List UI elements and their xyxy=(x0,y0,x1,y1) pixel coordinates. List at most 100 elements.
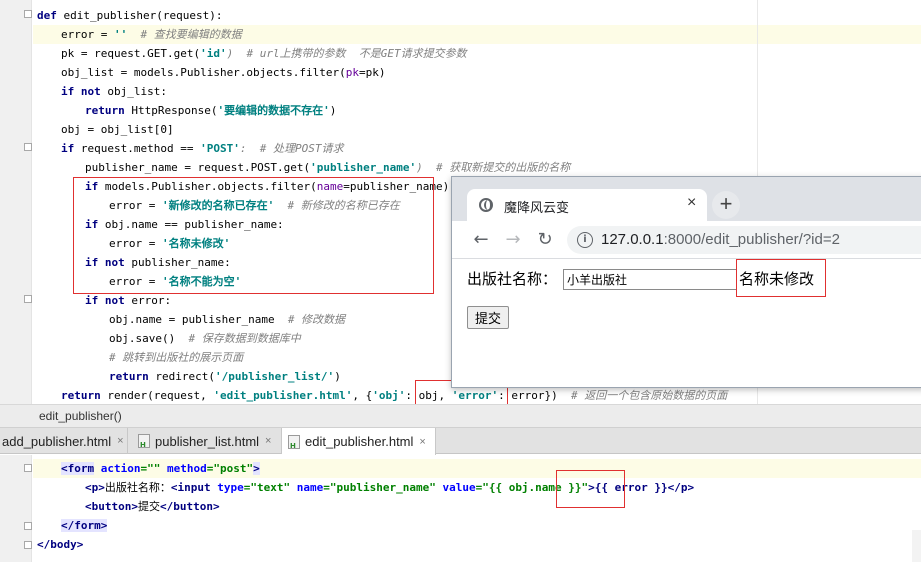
publisher-name-label: 出版社名称： xyxy=(467,270,558,288)
code-token: # 返回一个包含原始数据的页面 xyxy=(570,389,728,402)
new-tab-button[interactable]: + xyxy=(712,191,740,219)
code-token: </form> xyxy=(61,519,108,532)
code-token: if not xyxy=(61,85,108,98)
code-token: # 保存数据到数据库中 xyxy=(188,332,301,345)
annotation-box-error-template xyxy=(556,470,625,508)
code-token: 出版社名称： xyxy=(104,481,171,494)
code-line: obj.save() # 保存数据到数据库中 xyxy=(109,329,301,348)
code-token: '/publisher_list/' xyxy=(214,370,335,383)
code-token: =pk) xyxy=(359,66,386,79)
close-icon[interactable]: × xyxy=(117,435,123,447)
code-line: return HttpResponse('要编辑的数据不存在') xyxy=(85,101,336,120)
code-token: ) # url上携带的参数 不是GET请求提交参数 xyxy=(226,47,467,60)
code-token: 'POST' xyxy=(200,142,240,155)
html-code-editor[interactable]: <form action="" method="post"> <p>出版社名称：<… xyxy=(0,455,921,562)
code-token: obj_list: xyxy=(107,85,167,98)
code-token: <p> xyxy=(85,481,105,494)
code-token: error: xyxy=(131,294,172,307)
code-token: redirect( xyxy=(155,370,215,383)
annotation-box-error-output xyxy=(736,259,826,297)
editor-gutter xyxy=(0,0,32,404)
code-token: if not xyxy=(85,294,132,307)
annotation-box-error-checks xyxy=(73,177,434,294)
code-token: obj.save() xyxy=(109,332,189,345)
code-token: pk = request.GET.get( xyxy=(61,47,201,60)
code-token: error = xyxy=(61,28,114,41)
code-token: </p> xyxy=(667,481,695,494)
code-line: <form action="" method="post"> xyxy=(61,459,260,478)
code-token: '' xyxy=(113,28,128,41)
code-token: if xyxy=(61,142,81,155)
code-token: : # 处理POST请求 xyxy=(239,142,344,155)
code-token: 'obj' xyxy=(372,389,406,402)
code-token: ="publisher_name" xyxy=(323,481,436,494)
publisher-name-input[interactable] xyxy=(563,269,737,290)
code-line: <button>提交</button> xyxy=(85,497,220,516)
close-icon[interactable]: × xyxy=(265,435,271,447)
fold-marker-icon[interactable] xyxy=(24,10,32,18)
code-token: <button> xyxy=(85,500,138,513)
tab-add-publisher[interactable]: add_publisher.html × xyxy=(0,428,128,454)
code-token: 'edit_publisher.html' xyxy=(213,389,353,402)
code-token: 提交 xyxy=(137,500,160,513)
code-line: obj.name = publisher_name # 修改数据 xyxy=(109,310,345,329)
code-line: obj_list = models.Publisher.objects.filt… xyxy=(61,63,386,82)
code-token: 'publisher_name' xyxy=(310,161,417,174)
globe-icon xyxy=(479,198,493,212)
browser-toolbar: ← → ↻ i 127.0.0.1:8000/edit_publisher/?i… xyxy=(452,221,921,259)
code-token: return xyxy=(85,104,132,117)
code-token: ) # 获取新提交的出版的名称 xyxy=(416,161,571,174)
browser-window: 魔降风云变 × + ← → ↻ i 127.0.0.1:8000/edit_pu… xyxy=(451,176,921,388)
address-bar[interactable]: i 127.0.0.1:8000/edit_publisher/?id=2 xyxy=(567,226,921,254)
code-token: name xyxy=(290,481,324,494)
code-token: # 查找要编辑的数据 xyxy=(127,28,242,41)
code-token: obj = obj_list[0] xyxy=(61,123,174,136)
url-text: 127.0.0.1:8000/edit_publisher/?id=2 xyxy=(601,231,840,248)
fold-marker-icon[interactable] xyxy=(24,295,32,303)
tab-label: add_publisher.html xyxy=(2,433,112,449)
code-line: obj = obj_list[0] xyxy=(61,120,174,139)
code-token: method xyxy=(160,462,207,475)
close-icon[interactable]: × xyxy=(419,436,425,448)
code-token: ="text" xyxy=(243,481,291,494)
code-token: obj.name = publisher_name xyxy=(109,313,288,326)
fold-marker-icon[interactable] xyxy=(24,464,32,472)
url-path: :8000/edit_publisher/?id=2 xyxy=(663,231,840,248)
code-token: <input xyxy=(170,481,211,494)
reload-icon[interactable]: ↻ xyxy=(533,228,557,252)
code-line: error = '' # 查找要编辑的数据 xyxy=(61,25,242,44)
code-token: render(request, xyxy=(107,389,214,402)
tab-label: edit_publisher.html xyxy=(305,434,414,449)
code-token: type xyxy=(210,481,244,494)
tab-edit-publisher[interactable]: edit_publisher.html × xyxy=(282,428,436,455)
fold-marker-icon[interactable] xyxy=(24,522,32,530)
tab-label: publisher_list.html xyxy=(155,433,260,449)
browser-tab[interactable]: 魔降风云变 × xyxy=(467,189,707,221)
fold-marker-icon[interactable] xyxy=(24,541,32,549)
tab-publisher-list[interactable]: publisher_list.html × xyxy=(128,428,282,454)
html-file-icon xyxy=(138,434,150,449)
code-token: publisher_name = request.POST.get( xyxy=(85,161,311,174)
code-line: return render(request, 'edit_publisher.h… xyxy=(61,386,727,404)
scrollbar[interactable] xyxy=(912,530,921,562)
page-content: 出版社名称： 名称未修改 提交 xyxy=(452,260,921,387)
site-info-icon[interactable]: i xyxy=(577,232,593,248)
code-token: ="" xyxy=(140,462,161,475)
code-line: </body> xyxy=(37,535,83,554)
code-token: obj_list = models.Publisher.objects.filt… xyxy=(61,66,346,79)
fold-marker-icon[interactable] xyxy=(24,143,32,151)
browser-tab-title: 魔降风云变 xyxy=(504,200,570,215)
code-token: return xyxy=(109,370,156,383)
url-host: 127.0.0.1 xyxy=(601,231,664,248)
close-tab-icon[interactable]: × xyxy=(687,194,696,212)
submit-button[interactable]: 提交 xyxy=(467,306,510,329)
code-token: : error}) xyxy=(498,389,571,402)
code-token: value xyxy=(435,481,476,494)
code-token: <form xyxy=(61,462,95,475)
code-line: return redirect('/publisher_list/') xyxy=(109,367,341,386)
breadcrumb-item[interactable]: edit_publisher() xyxy=(39,409,122,423)
code-token: # 跳转到出版社的展示页面 xyxy=(109,351,244,364)
code-line: if request.method == 'POST': # 处理POST请求 xyxy=(61,139,343,158)
back-arrow-icon[interactable]: ← xyxy=(469,228,493,252)
forward-arrow-icon[interactable]: → xyxy=(501,228,525,252)
